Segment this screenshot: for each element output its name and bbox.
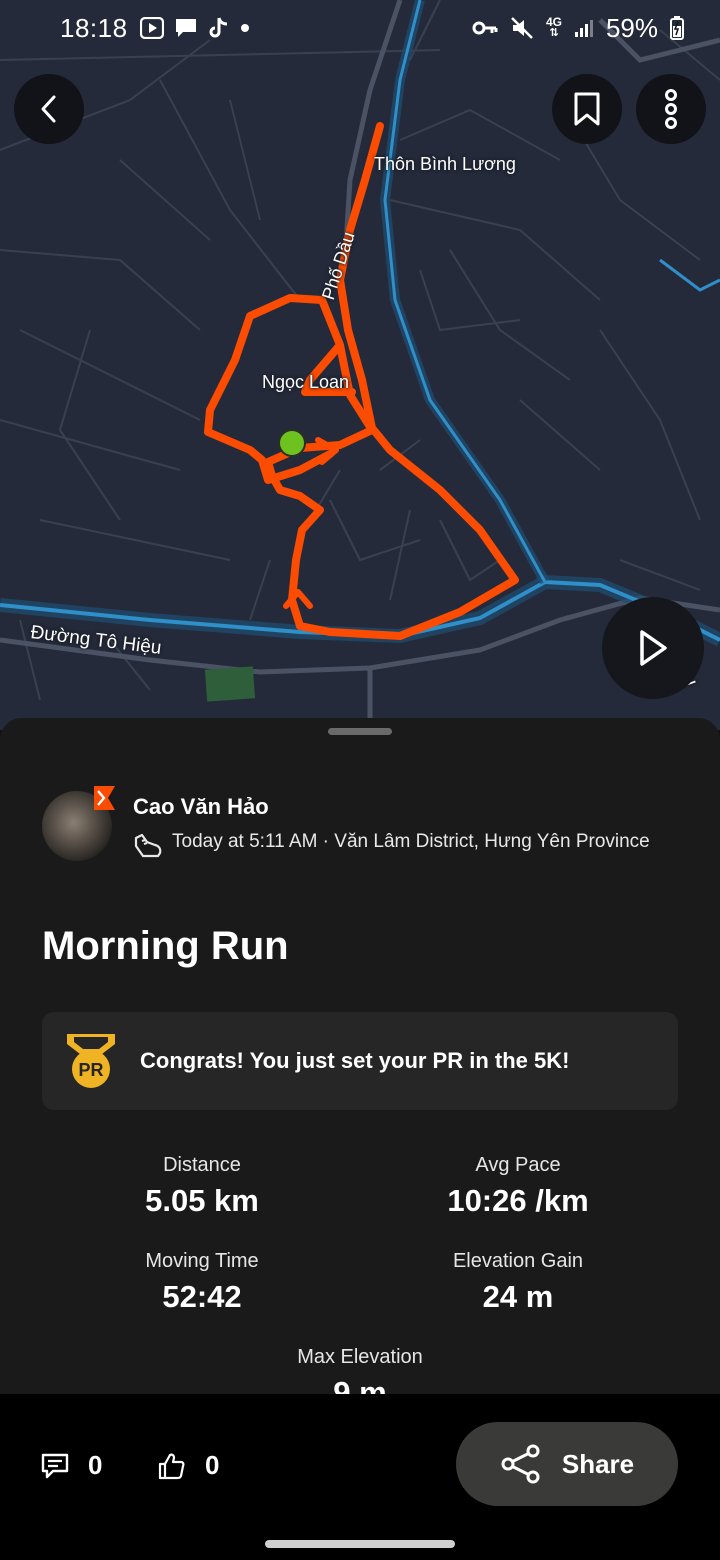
message-icon [174,17,198,39]
status-time: 18:18 [60,12,128,43]
run-shoe-icon [134,833,162,858]
bookmark-button[interactable] [552,74,622,144]
stat-avg-pace-value: 10:26 /km [447,1183,589,1218]
activity-title: Morning Run [42,924,289,968]
comment-button[interactable]: 0 [40,1450,102,1481]
battery-icon [670,16,684,40]
route-map[interactable]: Thôn Bình Lương Phố Dầu Ngọc Loan Đường … [0,0,720,730]
map-label-village: Thôn Bình Lương [374,154,516,174]
map-label-area: Ngọc Loan [262,372,350,392]
play-icon [640,630,667,666]
stat-elevation-gain: Elevation Gain 24 m [368,1250,668,1315]
share-label: Share [561,1448,635,1479]
stat-distance-label: Distance [163,1154,241,1176]
signal-icon [574,18,594,38]
status-bar: 18:18 4G ⇅ 59% [0,0,720,56]
drag-handle[interactable] [328,728,392,735]
thumbs-up-icon [158,1453,185,1479]
pr-banner[interactable]: PR Congrats! You just set your PR in the… [42,1012,678,1110]
mute-icon [510,16,534,40]
stat-moving-time-value: 52:42 [162,1279,242,1314]
share-button[interactable]: Share [456,1422,678,1506]
stat-elevation-gain-value: 24 m [482,1279,554,1314]
comment-icon [41,1453,69,1478]
bookmark-icon [574,92,600,126]
stat-distance: Distance 5.05 km [52,1154,352,1219]
start-marker [278,429,306,457]
more-options-button[interactable] [636,74,706,144]
more-vertical-icon [665,89,677,129]
share-icon [501,1444,540,1484]
tiktok-icon [208,16,230,40]
subscriber-badge-icon [94,786,115,810]
back-button[interactable] [14,74,84,144]
bottom-action-bar: 0 0 Share [0,1394,720,1560]
stat-max-elevation: Max Elevation 9 m [210,1346,510,1398]
flyover-play-button[interactable] [602,597,704,699]
youtube-studio-icon [139,17,164,39]
dot-icon [240,23,250,33]
network-type: 4G ⇅ [545,15,562,39]
pr-medal-icon: PR [67,1034,115,1088]
kudos-button[interactable]: 0 [157,1450,219,1481]
battery-percent: 59% [605,12,658,43]
athlete-name[interactable]: Cao Văn Hảo [133,794,269,820]
activity-meta: Today at 5:11 AM · Văn Lâm District, Hưn… [172,831,650,852]
stat-distance-value: 5.05 km [145,1183,259,1218]
stat-avg-pace-label: Avg Pace [475,1154,561,1176]
avatar[interactable] [42,786,115,861]
stat-moving-time: Moving Time 52:42 [52,1250,352,1315]
kudos-count: 0 [205,1450,220,1480]
pr-badge-text: PR [78,1060,103,1080]
home-indicator[interactable] [265,1540,455,1548]
chevron-left-icon [41,95,56,123]
stat-elevation-gain-label: Elevation Gain [452,1250,584,1272]
stat-moving-time-label: Moving Time [145,1250,259,1272]
stat-max-elevation-label: Max Elevation [297,1346,423,1368]
activity-sheet[interactable]: Cao Văn Hảo Today at 5:11 AM · Văn Lâm D… [0,718,720,1398]
pr-message: Congrats! You just set your PR in the 5K… [140,1048,570,1073]
key-icon [472,19,498,37]
comment-count: 0 [88,1450,103,1480]
stat-avg-pace: Avg Pace 10:26 /km [368,1154,668,1219]
